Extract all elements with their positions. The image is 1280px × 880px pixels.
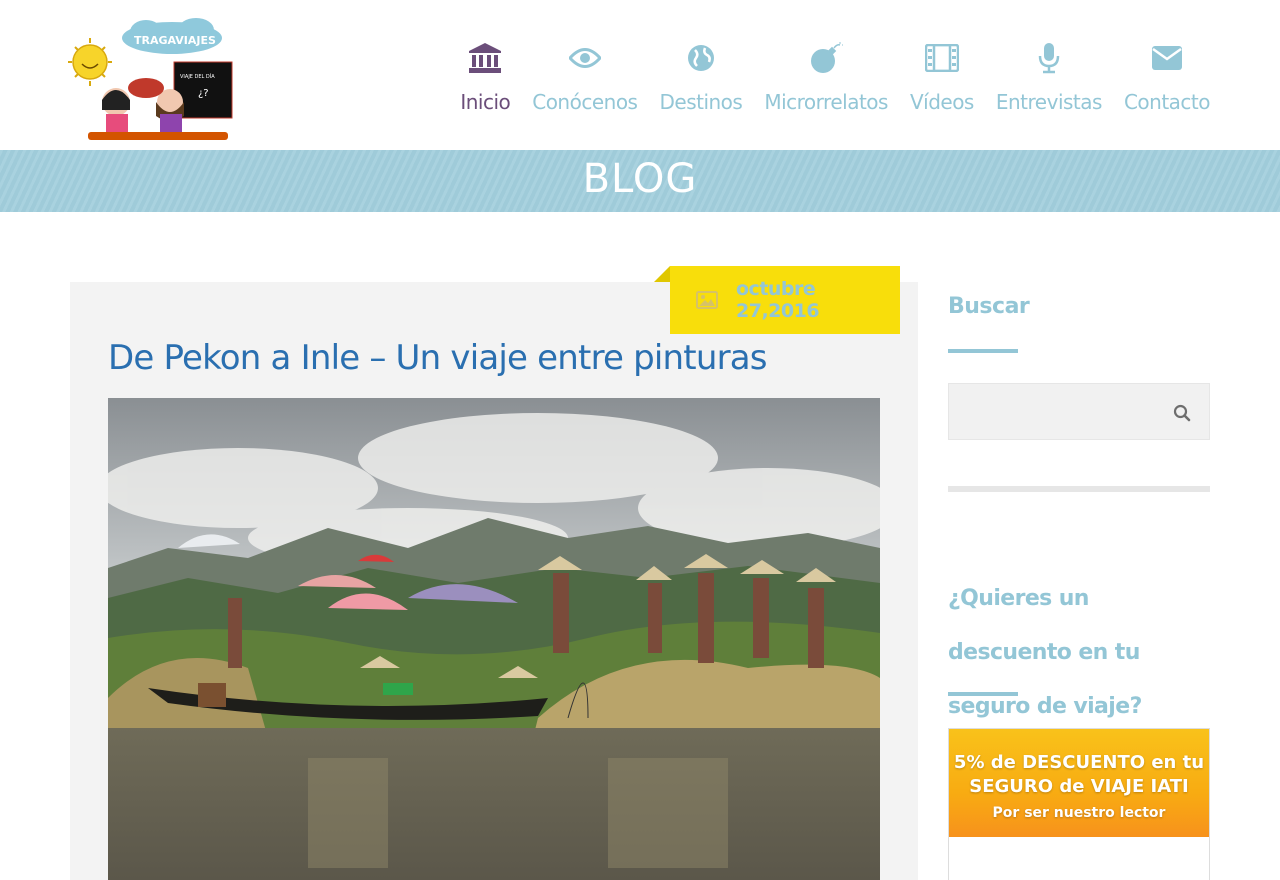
image-icon <box>696 291 718 309</box>
bomb-icon <box>809 38 844 78</box>
nav-item-videos[interactable]: Vídeos <box>910 38 974 114</box>
promo-body <box>949 837 1209 880</box>
search-widget-title: Buscar <box>948 294 1030 319</box>
nav-item-destinos[interactable]: Destinos <box>659 38 743 114</box>
discount-title-underline <box>948 692 1018 696</box>
nav-item-entrevistas[interactable]: Entrevistas <box>996 38 1102 114</box>
search-title-underline <box>948 349 1018 353</box>
post-title-link[interactable]: De Pekon a Inle – Un viaje entre pintura… <box>108 338 768 378</box>
site-header: TRAGAVIAJES VIAJE DEL DÍA ¿? Inicio Conó… <box>0 0 1280 150</box>
nav-item-label: Vídeos <box>909 90 974 114</box>
eye-icon <box>568 38 601 78</box>
post-date: octubre 27,2016 <box>736 278 820 322</box>
nav-item-contacto[interactable]: Contacto <box>1123 38 1211 114</box>
promo-headline: 5% de DESCUENTO en tu SEGURO de VIAJE IA… <box>953 752 1205 797</box>
site-logo[interactable]: TRAGAVIAJES VIAJE DEL DÍA ¿? <box>68 14 238 146</box>
search-icon[interactable] <box>1171 402 1193 424</box>
post-date-tag: octubre 27,2016 <box>670 266 900 334</box>
main-nav: Inicio Conócenos Destinos Microrrelatos Víde… <box>438 38 1211 114</box>
nav-item-microrrelatos[interactable]: Microrrelatos <box>764 38 888 114</box>
svg-text:¿?: ¿? <box>198 88 209 99</box>
search-input[interactable] <box>959 394 1159 430</box>
envelope-icon <box>1151 38 1183 78</box>
bank-icon <box>468 38 502 78</box>
nav-item-inicio[interactable]: Inicio <box>460 38 511 114</box>
microphone-icon <box>1038 38 1060 78</box>
nav-item-label: Destinos <box>659 90 743 114</box>
widget-separator <box>948 486 1210 492</box>
date-tag-fold <box>654 266 670 282</box>
nav-item-label: Microrrelatos <box>764 90 888 114</box>
logo-sun <box>68 38 112 86</box>
blog-banner: BLOG <box>0 150 1280 212</box>
promo-subline: Por ser nuestro lector <box>992 805 1166 821</box>
banner-title: BLOG <box>582 156 698 202</box>
insurance-promo-banner[interactable]: 5% de DESCUENTO en tu SEGURO de VIAJE IA… <box>948 728 1210 880</box>
promo-header: 5% de DESCUENTO en tu SEGURO de VIAJE IA… <box>949 729 1209 837</box>
discount-widget-title: ¿Quieres un descuento en tu seguro de vi… <box>948 586 1142 719</box>
nav-item-label: Conócenos <box>532 90 638 114</box>
nav-item-label: Contacto <box>1123 90 1211 114</box>
film-icon <box>924 38 959 78</box>
svg-text:VIAJE DEL DÍA: VIAJE DEL DÍA <box>180 73 215 80</box>
nav-item-label: Inicio <box>460 90 511 114</box>
globe-icon <box>687 38 715 78</box>
svg-text:TRAGAVIAJES: TRAGAVIAJES <box>134 34 216 47</box>
nav-item-label: Entrevistas <box>995 90 1103 114</box>
post-featured-image[interactable] <box>108 398 880 880</box>
search-box <box>948 383 1210 440</box>
nav-item-conocenos[interactable]: Conócenos <box>532 38 638 114</box>
